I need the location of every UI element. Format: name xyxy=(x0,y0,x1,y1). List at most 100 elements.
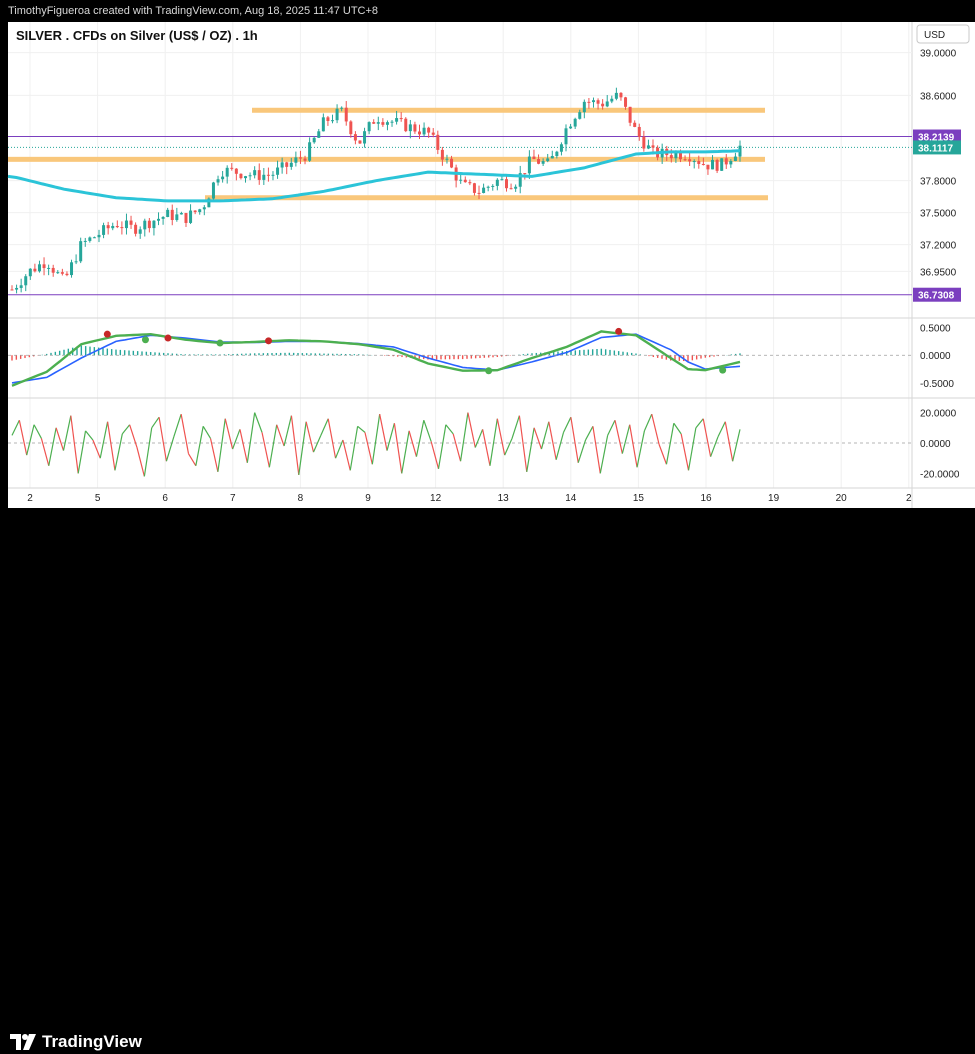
candle-body xyxy=(349,121,353,135)
candle-body xyxy=(230,167,234,169)
y-tick-label: 38.6000 xyxy=(920,91,957,102)
candle-body xyxy=(115,225,119,228)
candle-body xyxy=(724,158,728,165)
candle-body xyxy=(628,106,632,123)
candle-body xyxy=(157,218,161,221)
candle-body xyxy=(701,163,705,165)
candle-body xyxy=(189,210,193,223)
candle-body xyxy=(124,220,128,229)
candle-body xyxy=(688,159,692,162)
candle-body xyxy=(459,179,463,181)
candle-body xyxy=(88,237,92,241)
candle-body xyxy=(308,142,312,161)
macd-cross-dot xyxy=(615,327,623,335)
candle-body xyxy=(179,213,183,215)
price-tag-label: 38.1117 xyxy=(918,143,953,154)
zone-band xyxy=(8,156,765,162)
candle-body xyxy=(262,174,266,180)
x-tick-label: 7 xyxy=(230,493,236,504)
candle-body xyxy=(555,151,559,157)
candle-body xyxy=(417,131,421,135)
candle-body xyxy=(143,220,147,230)
candle-body xyxy=(413,124,417,132)
candle-body xyxy=(92,237,96,239)
y-tick-label: 37.2000 xyxy=(920,241,957,252)
candle-body xyxy=(358,140,362,144)
candle-body xyxy=(102,225,106,235)
candle-body xyxy=(74,261,78,263)
currency-button[interactable]: USD xyxy=(916,24,970,44)
candle-body xyxy=(335,108,339,121)
candle-body xyxy=(317,131,321,138)
candle-body xyxy=(37,264,41,272)
candle-body xyxy=(129,220,133,225)
candle-body xyxy=(669,155,673,159)
candle-body xyxy=(60,272,64,274)
y-tick-label: 0.0000 xyxy=(920,351,951,362)
x-tick-label: 20 xyxy=(836,493,848,504)
candle-body xyxy=(344,107,348,122)
candle-body xyxy=(385,122,389,125)
candle-body xyxy=(509,188,513,190)
candle-body xyxy=(495,179,499,186)
candle-body xyxy=(10,289,14,291)
x-tick-label: 5 xyxy=(95,493,101,504)
macd-cross-dot xyxy=(141,336,149,344)
candle-body xyxy=(486,186,490,188)
candle-body xyxy=(637,126,641,137)
macd-cross-dot xyxy=(216,339,224,347)
candle-body xyxy=(564,128,568,145)
tradingview-brand-text: TradingView xyxy=(42,1032,142,1051)
candle-body xyxy=(395,118,399,122)
candle-body xyxy=(239,173,243,179)
candle-body xyxy=(559,144,563,152)
candle-body xyxy=(468,182,472,184)
candle-body xyxy=(445,158,449,160)
candle-body xyxy=(56,272,60,274)
candle-body xyxy=(720,158,724,171)
candle-body xyxy=(42,264,46,269)
candle-body xyxy=(28,268,32,277)
candle-body xyxy=(477,192,481,194)
candle-body xyxy=(715,159,719,171)
candle-body xyxy=(353,134,357,141)
candle-body xyxy=(83,240,87,242)
x-tick-label: 16 xyxy=(700,493,712,504)
candle-body xyxy=(692,161,696,163)
candle-body xyxy=(624,97,628,107)
candle-body xyxy=(463,179,467,183)
candle-body xyxy=(427,127,431,133)
candle-body xyxy=(33,268,37,272)
candle-body xyxy=(289,162,293,167)
candle-body xyxy=(527,156,531,174)
candle-body xyxy=(79,241,83,262)
candle-body xyxy=(605,101,609,107)
candle-body xyxy=(500,179,504,181)
y-tick-label: 37.8000 xyxy=(920,177,957,188)
tradingview-logo[interactable]: TradingView xyxy=(10,1030,142,1054)
candle-body xyxy=(221,176,225,180)
candle-body xyxy=(711,159,715,170)
x-tick-label: 2 xyxy=(906,493,912,504)
candle-body xyxy=(367,122,371,132)
y-tick-label: 0.0000 xyxy=(920,439,951,450)
candle-body xyxy=(70,262,74,276)
candle-body xyxy=(440,149,444,160)
candle-body xyxy=(482,187,486,193)
chart-canvas[interactable]: 39.0000 38.6000 37.8000 37.5000 37.2000 36.95… xyxy=(0,0,975,510)
candle-body xyxy=(280,162,284,168)
candle-body xyxy=(234,168,238,174)
candle-body xyxy=(303,158,307,161)
x-tick-label: 8 xyxy=(298,493,304,504)
candle-body xyxy=(276,167,280,175)
candle-body xyxy=(285,162,289,167)
tradingview-logo-icon xyxy=(10,1034,36,1050)
candle-body xyxy=(326,117,330,122)
candle-body xyxy=(253,170,257,176)
candle-body xyxy=(363,131,367,144)
candle-body xyxy=(578,112,582,119)
candle-body xyxy=(601,103,605,107)
x-tick-label: 14 xyxy=(565,493,577,504)
candle-body xyxy=(651,145,655,148)
footer: TradingView xyxy=(0,510,975,1051)
